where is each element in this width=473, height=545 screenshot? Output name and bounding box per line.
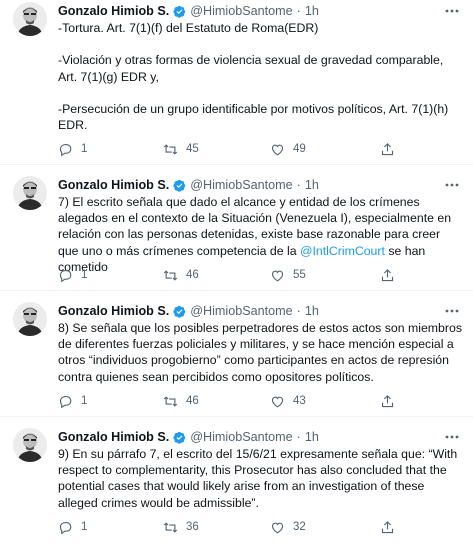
- reply-count: 1: [81, 269, 88, 281]
- tweet[interactable]: Gonzalo Himiob S. @HimiobSantome · 1h 9)…: [0, 418, 473, 545]
- retweet-count: 45: [186, 143, 199, 155]
- share-icon: [381, 520, 394, 533]
- like-button[interactable]: 55: [270, 266, 306, 284]
- more-options-icon[interactable]: [445, 4, 459, 18]
- verified-badge-icon: [173, 179, 186, 192]
- more-options-icon[interactable]: [445, 430, 459, 444]
- avatar[interactable]: [13, 302, 47, 336]
- retweet-icon: [163, 395, 178, 407]
- share-button[interactable]: [380, 266, 395, 284]
- retweet-button[interactable]: 46: [163, 266, 199, 284]
- timestamp[interactable]: 1h: [305, 178, 319, 192]
- retweet-count: 46: [186, 269, 199, 281]
- author-handle[interactable]: @HimiobSantome: [190, 304, 292, 318]
- like-icon: [271, 144, 284, 155]
- tweet-actions: 1 46 55: [58, 266, 398, 284]
- reply-button[interactable]: 1: [58, 518, 87, 536]
- like-count: 49: [293, 143, 306, 155]
- like-icon: [271, 522, 284, 533]
- more-options-icon[interactable]: [445, 178, 459, 192]
- mention-link[interactable]: @IntlCrimCourt: [300, 244, 385, 258]
- tweet-text: 9) En su párrafo 7, el escrito del 15/6/…: [58, 447, 461, 510]
- author-name[interactable]: Gonzalo Himiob S.: [58, 4, 169, 18]
- tweet-header: Gonzalo Himiob S. @HimiobSantome · 1h: [58, 428, 319, 446]
- author-name[interactable]: Gonzalo Himiob S.: [58, 304, 169, 318]
- retweet-icon: [163, 521, 178, 533]
- author-name[interactable]: Gonzalo Himiob S.: [58, 430, 169, 444]
- tweet-text: 7) El escrito señala que dado el alcance…: [58, 194, 464, 275]
- share-icon: [381, 394, 394, 407]
- share-button[interactable]: [380, 140, 395, 158]
- like-count: 55: [293, 269, 306, 281]
- retweet-icon: [163, 269, 178, 281]
- timestamp[interactable]: 1h: [305, 4, 319, 18]
- like-count: 32: [293, 521, 306, 533]
- avatar[interactable]: [13, 176, 47, 210]
- retweet-icon: [163, 143, 178, 155]
- verified-badge-icon: [173, 305, 186, 318]
- timestamp[interactable]: 1h: [305, 430, 319, 444]
- like-icon: [271, 396, 284, 407]
- tweet-feed: Gonzalo Himiob S. @HimiobSantome · 1h -T…: [0, 0, 473, 545]
- tweet-actions: 1 36 32: [58, 518, 398, 536]
- reply-icon: [59, 269, 72, 282]
- like-button[interactable]: 32: [270, 518, 306, 536]
- retweet-button[interactable]: 45: [163, 140, 199, 158]
- like-icon: [271, 270, 284, 281]
- tweet-text: -Tortura. Art. 7(1)(f) del Estatuto de R…: [58, 21, 449, 133]
- reply-count: 1: [81, 395, 88, 407]
- share-icon: [381, 268, 394, 281]
- tweet-text: 8) Se señala que los posibles perpetrado…: [58, 321, 466, 384]
- retweet-count: 46: [186, 395, 199, 407]
- retweet-button[interactable]: 36: [163, 518, 199, 536]
- reply-icon: [59, 143, 72, 156]
- like-count: 43: [293, 395, 306, 407]
- verified-badge-icon: [173, 5, 186, 18]
- share-button[interactable]: [380, 518, 395, 536]
- like-button[interactable]: 43: [270, 392, 306, 410]
- separator: ·: [296, 430, 301, 444]
- author-handle[interactable]: @HimiobSantome: [190, 178, 292, 192]
- timestamp[interactable]: 1h: [305, 304, 319, 318]
- separator: ·: [296, 178, 301, 192]
- share-icon: [381, 142, 394, 155]
- more-options-icon[interactable]: [445, 304, 459, 318]
- reply-button[interactable]: 1: [58, 266, 87, 284]
- separator: ·: [296, 304, 301, 318]
- tweet-header: Gonzalo Himiob S. @HimiobSantome · 1h: [58, 2, 319, 20]
- tweet[interactable]: Gonzalo Himiob S. @HimiobSantome · 1h -T…: [0, 0, 473, 165]
- verified-badge-icon: [173, 431, 186, 444]
- retweet-count: 36: [186, 521, 199, 533]
- tweet[interactable]: Gonzalo Himiob S. @HimiobSantome · 1h 7)…: [0, 166, 473, 291]
- reply-count: 1: [81, 521, 88, 533]
- reply-button[interactable]: 1: [58, 140, 87, 158]
- tweet-header: Gonzalo Himiob S. @HimiobSantome · 1h: [58, 176, 319, 194]
- retweet-button[interactable]: 46: [163, 392, 199, 410]
- author-handle[interactable]: @HimiobSantome: [190, 4, 292, 18]
- avatar[interactable]: [13, 428, 47, 462]
- tweet-header: Gonzalo Himiob S. @HimiobSantome · 1h: [58, 302, 319, 320]
- reply-icon: [59, 395, 72, 408]
- tweet-actions: 1 46 43: [58, 392, 398, 410]
- tweet[interactable]: Gonzalo Himiob S. @HimiobSantome · 1h 8)…: [0, 292, 473, 417]
- separator: ·: [296, 4, 301, 18]
- author-name[interactable]: Gonzalo Himiob S.: [58, 178, 169, 192]
- share-button[interactable]: [380, 392, 395, 410]
- like-button[interactable]: 49: [270, 140, 306, 158]
- reply-button[interactable]: 1: [58, 392, 87, 410]
- tweet-actions: 1 45 49: [58, 140, 398, 158]
- avatar[interactable]: [13, 2, 47, 36]
- reply-icon: [59, 521, 72, 534]
- author-handle[interactable]: @HimiobSantome: [190, 430, 292, 444]
- reply-count: 1: [81, 143, 88, 155]
